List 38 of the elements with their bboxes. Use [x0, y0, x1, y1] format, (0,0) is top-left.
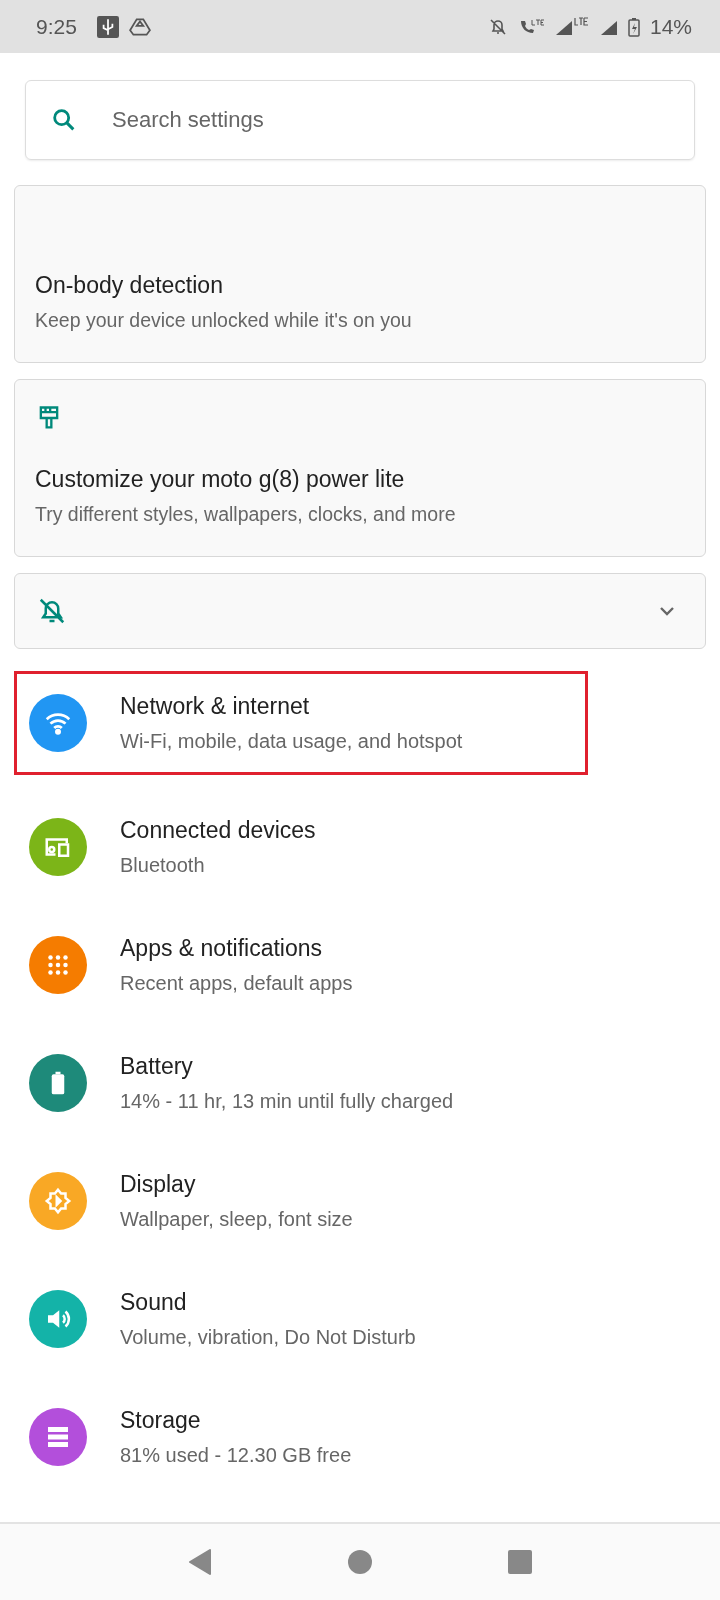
item-subtitle: Volume, vibration, Do Not Disturb: [120, 1326, 416, 1349]
card-title: On-body detection: [35, 272, 224, 299]
settings-item[interactable]: Sound Volume, vibration, Do Not Disturb: [14, 1259, 588, 1379]
search-field[interactable]: Search settings: [25, 80, 695, 160]
item-subtitle: Wi-Fi, mobile, data usage, and hotspot: [120, 730, 463, 753]
item-subtitle: Wallpaper, sleep, font size: [120, 1208, 353, 1231]
card-subtitle: Try different styles, wallpapers, clocks, and more: [35, 503, 457, 526]
back-button[interactable]: [188, 1549, 212, 1575]
card-title: Customize your moto g(8) power lite: [35, 466, 406, 493]
suggestion-card[interactable]: On-body detection Keep your device unlocked while it's on you: [14, 185, 706, 363]
item-subtitle: 14% - 11 hr, 13 min until fully charged: [120, 1090, 454, 1113]
battery-percentage: 14%: [649, 14, 692, 39]
item-title: Battery: [120, 1053, 194, 1080]
battery-charging-icon: [627, 16, 640, 37]
item-subtitle: Recent apps, default apps: [120, 972, 353, 995]
item-title: Connected devices: [120, 817, 316, 844]
suggestion-card[interactable]: Customize your moto g(8) power lite Try different styles, wallpapers, clocks, and more: [14, 379, 706, 557]
bell-off-icon: [487, 16, 508, 37]
usb-icon: [96, 15, 119, 38]
drive-icon: [128, 15, 151, 38]
item-subtitle: Bluetooth: [120, 854, 206, 877]
settings-item[interactable]: Display Wallpaper, sleep, font size: [14, 1141, 588, 1261]
status-time: 9:25: [36, 14, 77, 39]
item-title: Storage: [120, 1407, 202, 1434]
item-subtitle: 81% used - 12.30 GB free: [120, 1444, 352, 1467]
highlighted-settings-item[interactable]: Network & internet Wi-Fi, mobile, data usage, and hotspot: [14, 671, 588, 775]
item-title: Sound: [120, 1289, 188, 1316]
settings-item[interactable]: Battery 14% - 11 hr, 13 min until fully charged: [14, 1023, 588, 1143]
item-title: Display: [120, 1171, 197, 1198]
item-title: Network & internet: [120, 693, 311, 720]
settings-item[interactable]: Apps & notifications Recent apps, default apps: [14, 905, 588, 1025]
home-button[interactable]: [348, 1550, 372, 1574]
item-title: Apps & notifications: [120, 935, 323, 962]
settings-item[interactable]: Storage 81% used - 12.30 GB free: [14, 1377, 588, 1497]
card-subtitle: Keep your device unlocked while it's on you: [35, 309, 413, 332]
search-input[interactable]: Search settings: [110, 106, 670, 134]
settings-item[interactable]: Connected devices Bluetooth: [14, 787, 588, 907]
bell-off-icon: [37, 596, 67, 626]
